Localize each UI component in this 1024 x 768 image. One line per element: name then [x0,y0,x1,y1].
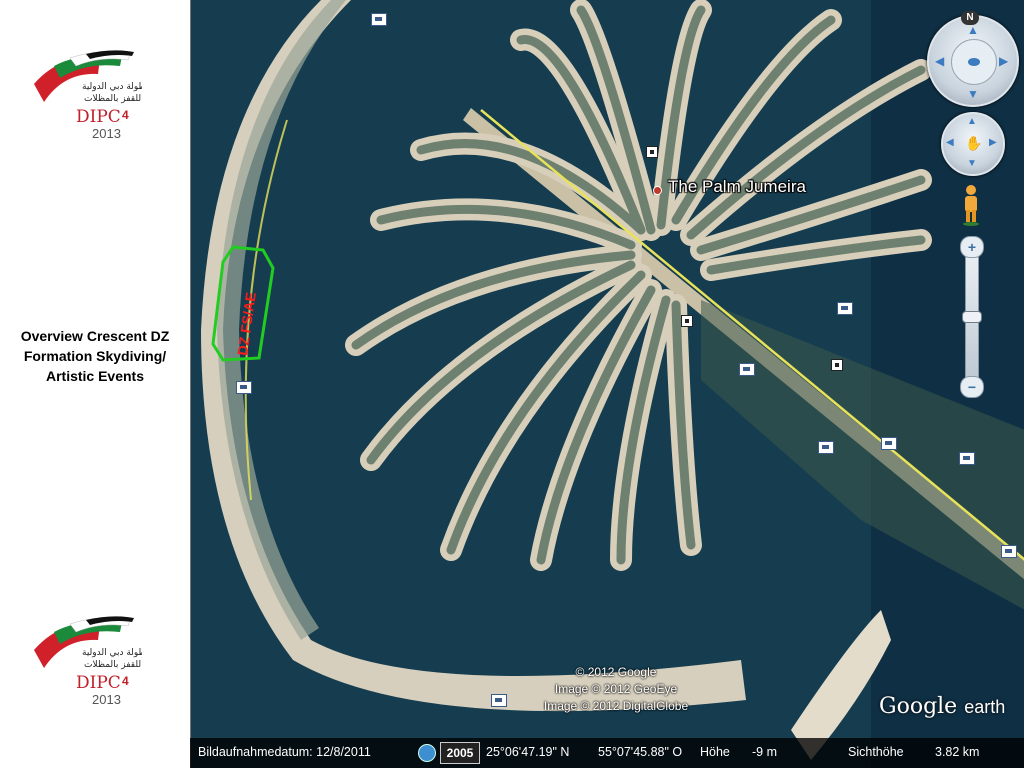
status-bar: Bildaufnahmedatum: 12/8/2011 2005 25°06'… [190,738,1024,768]
eye-altitude-value: 3.82 km [935,745,980,759]
landmark-poi-icon[interactable] [646,146,658,158]
arrow-right-icon[interactable]: ▶ [989,137,997,148]
satellite-imagery: DZ FS/AE [191,0,1024,768]
zoom-slider-thumb[interactable] [962,311,982,323]
logo-number: 4 [122,108,129,122]
logo-year: 2013 [92,692,121,707]
longitude-readout: 55°07'45.88" O [598,745,683,759]
logo-number: 4 [122,674,129,688]
brand-primary: Google [879,694,958,719]
place-marker-icon[interactable] [653,186,662,195]
dipc-logo-top: بطولة دبي الدولية للقفز بالمظلات DIPC 4 … [30,44,148,142]
arrow-left-icon[interactable]: ◀ [935,54,944,68]
logo-year: 2013 [92,126,121,141]
overview-caption: Overview Crescent DZ Formation Skydiving… [20,328,170,384]
look-control[interactable]: ▲ ▼ ◀ ▶ [927,15,1019,107]
hotel-poi-icon[interactable] [491,694,507,707]
historical-imagery-clock-icon[interactable] [418,744,436,762]
zoom-in-button[interactable]: + [960,236,984,258]
eye-altitude-label: Sichthöhe [848,745,904,759]
map-viewport[interactable]: DZ FS/AE The Palm Jumeira © 2012 Google … [190,0,1024,768]
latitude-readout: 25°06'47.19" N [486,745,570,759]
hotel-poi-icon[interactable] [371,13,387,26]
arrow-left-icon[interactable]: ◀ [946,137,954,148]
imagery-year-badge[interactable]: 2005 [440,742,480,764]
hand-icon: ✋ [965,135,983,151]
brand-secondary: earth [964,697,1006,717]
elevation-label: Höhe [700,745,730,759]
logo-arabic-line-2: للقفز بالمظلات [84,660,141,670]
place-label[interactable]: The Palm Jumeira [668,177,806,197]
arrow-down-icon[interactable]: ▼ [967,87,979,101]
arrow-down-icon[interactable]: ▼ [967,158,977,169]
logo-name: DIPC [76,107,121,127]
north-indicator[interactable]: N [961,11,979,25]
hotel-poi-icon[interactable] [959,452,975,465]
elevation-value: -9 m [752,745,777,759]
look-icon [968,58,980,66]
hotel-poi-icon[interactable] [236,381,252,394]
hotel-poi-icon[interactable] [881,437,897,450]
hotel-poi-icon[interactable] [1001,545,1017,558]
copyright-line: Image © 2012 DigitalGlobe [543,699,689,713]
landmark-poi-icon[interactable] [831,359,843,371]
arrow-up-icon[interactable]: ▲ [967,116,977,127]
imagery-date: Bildaufnahmedatum: 12/8/2011 [198,745,371,759]
imagery-copyright: © 2012 Google Image © 2012 GeoEye Image … [511,664,721,715]
logo-arabic-line-2: للقفز بالمظلات [84,94,141,104]
logo-arabic-line-1: بطولة دبي الدولية [82,82,142,92]
zoom-out-button[interactable]: − [960,376,984,398]
logo-arabic-line-1: بطولة دبي الدولية [82,648,142,658]
copyright-line: © 2012 Google [575,665,657,679]
hotel-poi-icon[interactable] [818,441,834,454]
arrow-right-icon[interactable]: ▶ [999,54,1008,68]
move-control[interactable]: ✋ ▲ ▼ ◀ ▶ [941,112,1005,176]
hotel-poi-icon[interactable] [837,302,853,315]
arrow-up-icon[interactable]: ▲ [967,23,979,37]
dipc-logo-bottom: بطولة دبي الدولية للقفز بالمظلات DIPC 4 … [30,610,148,708]
pegman-icon[interactable] [960,184,982,226]
hotel-poi-icon[interactable] [739,363,755,376]
logo-name: DIPC [76,673,121,693]
look-joystick[interactable] [951,39,997,85]
landmark-poi-icon[interactable] [681,315,693,327]
google-earth-logo: Google earth [879,694,1005,719]
copyright-line: Image © 2012 GeoEye [554,682,678,696]
